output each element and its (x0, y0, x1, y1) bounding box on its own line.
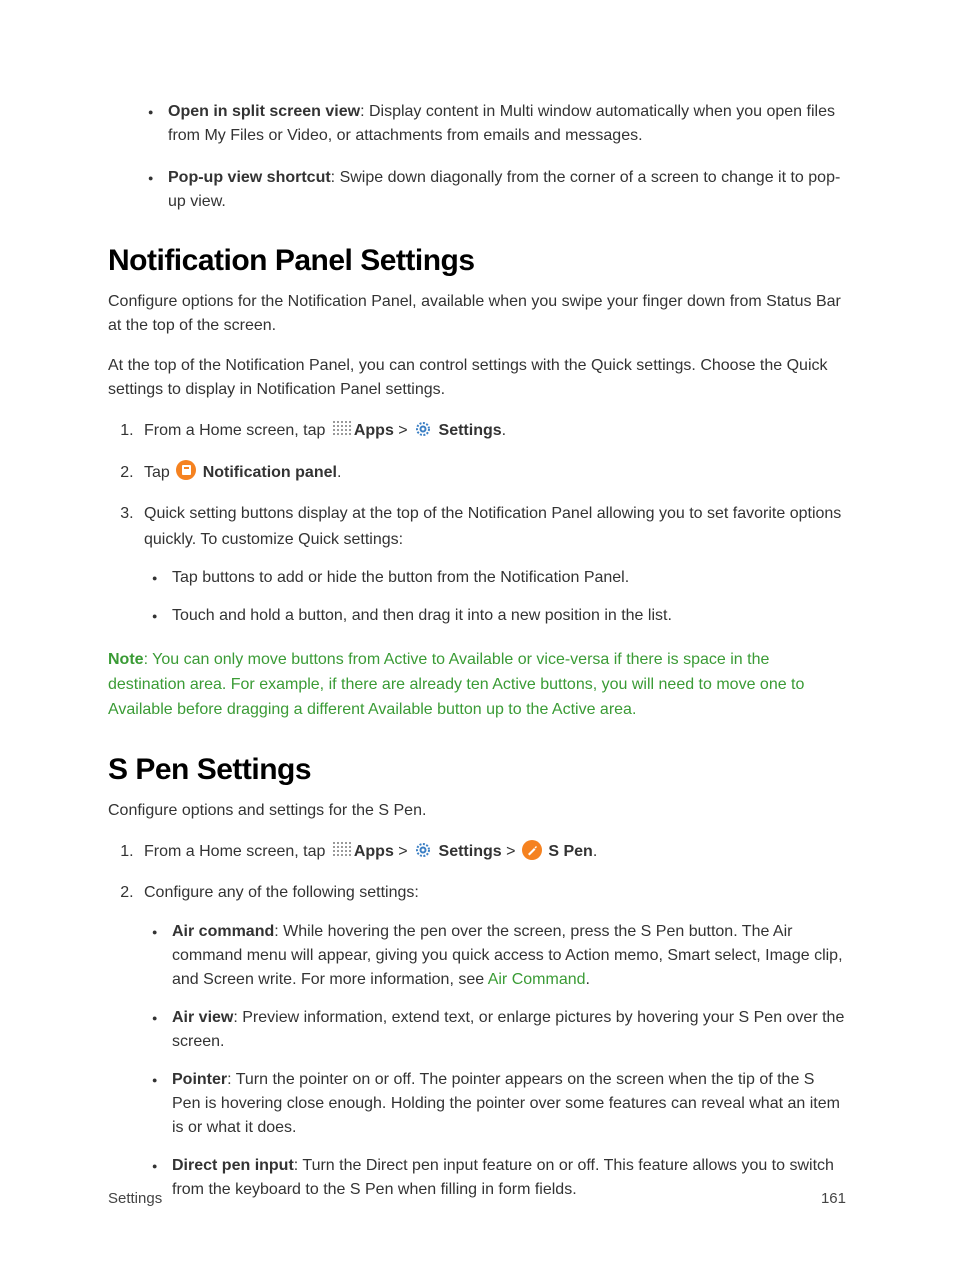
settings-icon (414, 841, 432, 859)
spen-label: S Pen (548, 843, 592, 860)
apps-label: Apps (354, 422, 394, 439)
spen-icon (522, 840, 542, 860)
list-item: Air view: Preview information, extend te… (172, 1006, 846, 1054)
air-command-link[interactable]: Air Command (488, 971, 586, 988)
heading-notification-panel: Notification Panel Settings (108, 244, 846, 278)
apps-icon (332, 841, 352, 859)
step-end: . (502, 422, 506, 439)
steps-list: From a Home screen, tap Apps > Settings.… (108, 418, 846, 628)
step-end: . (593, 843, 597, 860)
list-item: Pop-up view shortcut: Swipe down diagona… (168, 166, 846, 214)
step-item: Configure any of the following settings:… (138, 880, 846, 1202)
apps-icon (332, 420, 352, 438)
settings-label: Settings (439, 843, 502, 860)
paragraph: Configure options and settings for the S… (108, 799, 846, 823)
step-text: Quick setting buttons display at the top… (144, 505, 841, 548)
bullet-term: Pointer (172, 1071, 227, 1088)
step-text: From a Home screen, tap (144, 422, 330, 439)
step-text: Configure any of the following settings: (144, 884, 419, 901)
bullet-desc: : Turn the pointer on or off. The pointe… (172, 1071, 840, 1136)
bullet-term: Open in split screen view (168, 103, 360, 120)
paragraph: Configure options for the Notification P… (108, 290, 846, 338)
list-item: Tap buttons to add or hide the button fr… (172, 566, 846, 590)
step-item: Tap Notification panel. (138, 460, 846, 486)
notification-panel-label: Notification panel (203, 464, 337, 481)
note-text: : You can only move buttons from Active … (108, 651, 804, 718)
settings-label: Settings (439, 422, 502, 439)
step-text: Tap (144, 464, 174, 481)
note-label: Note (108, 651, 144, 668)
bullet-term: Direct pen input (172, 1157, 294, 1174)
step-item: From a Home screen, tap Apps > Settings … (138, 839, 846, 865)
document-page: Open in split screen view: Display conte… (0, 0, 954, 1262)
apps-label: Apps (354, 843, 394, 860)
separator: > (394, 422, 412, 439)
step-item: From a Home screen, tap Apps > Settings. (138, 418, 846, 444)
list-item: Air command: While hovering the pen over… (172, 920, 846, 992)
footer-section-label: Settings (108, 1190, 162, 1207)
inner-bullet-list: Air command: While hovering the pen over… (144, 920, 846, 1202)
heading-spen: S Pen Settings (108, 753, 846, 787)
steps-list: From a Home screen, tap Apps > Settings … (108, 839, 846, 1202)
list-item: Pointer: Turn the pointer on or off. The… (172, 1068, 846, 1140)
step-item: Quick setting buttons display at the top… (138, 501, 846, 628)
bullet-after: . (586, 971, 590, 988)
step-text: From a Home screen, tap (144, 843, 330, 860)
settings-icon (414, 420, 432, 438)
list-item: Touch and hold a button, and then drag i… (172, 604, 846, 628)
page-footer: Settings 161 (108, 1190, 846, 1207)
bullet-term: Pop-up view shortcut (168, 169, 331, 186)
bullet-desc: : Preview information, extend text, or e… (172, 1009, 844, 1050)
bullet-term: Air view (172, 1009, 233, 1026)
inner-bullet-list: Tap buttons to add or hide the button fr… (144, 566, 846, 628)
separator: > (502, 843, 520, 860)
separator: > (394, 843, 412, 860)
note-paragraph: Note: You can only move buttons from Act… (108, 648, 846, 722)
list-item: Open in split screen view: Display conte… (168, 100, 846, 148)
paragraph: At the top of the Notification Panel, yo… (108, 354, 846, 402)
notification-panel-icon (176, 460, 196, 480)
bullet-term: Air command (172, 923, 274, 940)
footer-page-number: 161 (821, 1190, 846, 1207)
step-end: . (337, 464, 341, 481)
intro-bullet-list: Open in split screen view: Display conte… (108, 100, 846, 214)
